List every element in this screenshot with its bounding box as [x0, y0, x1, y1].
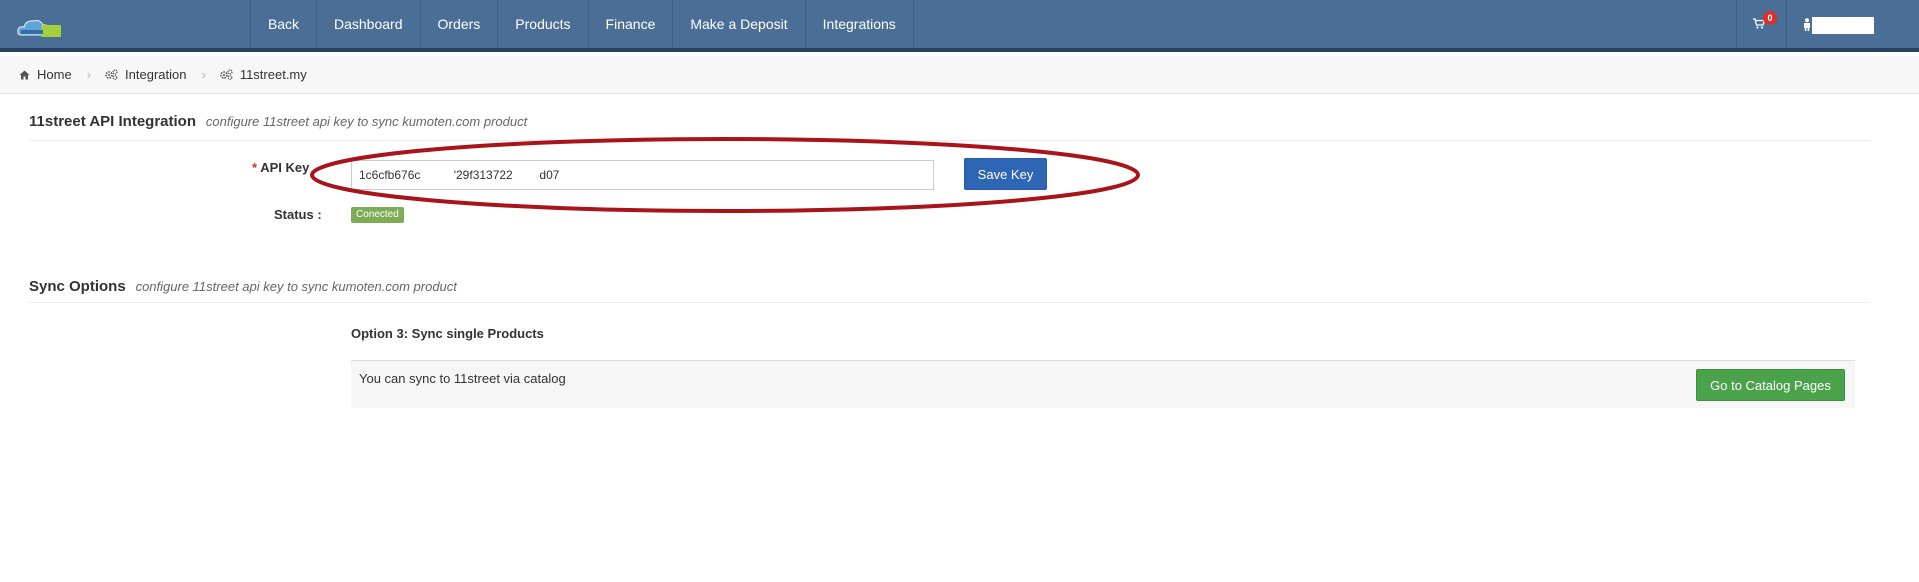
nav-products[interactable]: Products: [497, 0, 587, 48]
gears-icon: [105, 69, 118, 80]
nav-back[interactable]: Back: [250, 0, 316, 48]
kumoten-logo[interactable]: [17, 15, 63, 39]
api-key-input[interactable]: [351, 160, 934, 190]
home-icon: [19, 70, 30, 79]
api-integration-header: 11street API Integration configure 11str…: [29, 113, 1870, 141]
cart-count-badge: 0: [1763, 11, 1777, 25]
breadcrumb-integration-label: Integration: [125, 67, 187, 82]
save-key-button[interactable]: Save Key: [964, 158, 1047, 190]
status-badge: Conected: [351, 207, 404, 223]
sync-options-title: Sync Options: [29, 278, 126, 295]
breadcrumb-separator: ›: [86, 67, 92, 82]
breadcrumb-integration[interactable]: Integration: [105, 67, 186, 82]
main-menu: Back Dashboard Orders Products Finance M…: [250, 0, 914, 48]
api-key-label: * API Key: [252, 160, 309, 175]
breadcrumb-separator: ›: [201, 67, 206, 82]
user-name-redacted: [1812, 17, 1874, 34]
sync-options-header: Sync Options configure 11street api key …: [29, 278, 1870, 303]
sync-catalog-text: You can sync to 11street via catalog: [359, 371, 566, 386]
go-to-catalog-button[interactable]: Go to Catalog Pages: [1696, 369, 1845, 401]
breadcrumb-home-label: Home: [37, 67, 72, 82]
nav-integrations[interactable]: Integrations: [804, 0, 914, 48]
sync-options-description: configure 11street api key to sync kumot…: [135, 279, 457, 294]
navbar-right: 0: [1736, 0, 1901, 48]
api-integration-title: 11street API Integration: [29, 113, 196, 130]
required-marker: *: [252, 160, 258, 175]
option-title: Option 3: Sync single Products: [351, 326, 544, 341]
breadcrumb: Home › Integration › 11street.my: [0, 56, 1919, 94]
api-integration-description: configure 11street api key to sync kumot…: [205, 114, 528, 129]
user-menu[interactable]: [1786, 0, 1901, 48]
top-navbar: Back Dashboard Orders Products Finance M…: [0, 0, 1919, 52]
breadcrumb-11street: 11street.my: [220, 67, 307, 82]
sync-catalog-panel: You can sync to 11street via catalog Go …: [351, 360, 1855, 408]
status-label: Status :: [274, 207, 322, 222]
nav-finance[interactable]: Finance: [587, 0, 673, 48]
nav-make-a-deposit[interactable]: Make a Deposit: [672, 0, 804, 48]
user-icon: [1804, 18, 1810, 31]
breadcrumb-11street-label: 11street.my: [239, 67, 307, 82]
gears-icon: [220, 69, 233, 80]
nav-orders[interactable]: Orders: [419, 0, 498, 48]
nav-dashboard[interactable]: Dashboard: [316, 0, 420, 48]
breadcrumb-home[interactable]: Home: [19, 67, 72, 82]
api-key-label-text: API Key: [260, 160, 310, 175]
cart-button[interactable]: 0: [1736, 0, 1786, 48]
